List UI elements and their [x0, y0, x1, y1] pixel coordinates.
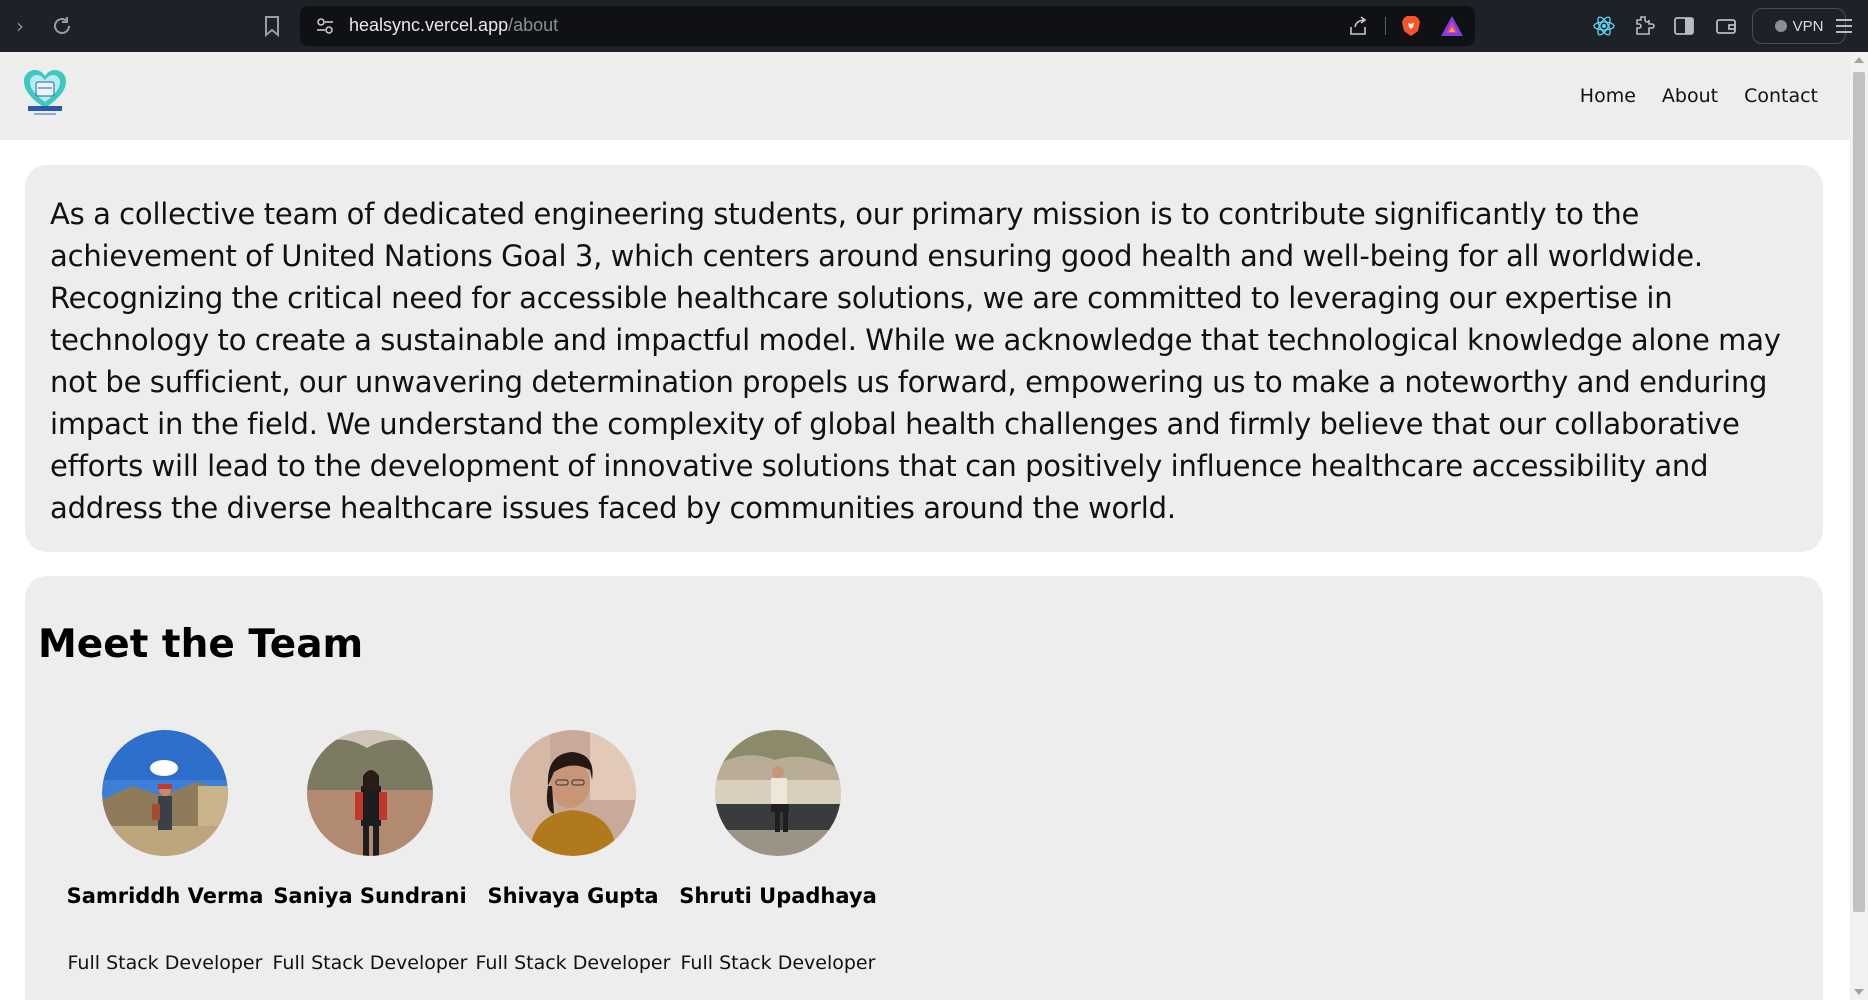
- brave-shields-icon[interactable]: [1399, 14, 1423, 38]
- member-role: Full Stack Developer: [680, 952, 876, 974]
- url-host: healsync.vercel.app: [349, 15, 509, 35]
- member-avatar: [102, 730, 228, 856]
- wallet-icon[interactable]: [1714, 14, 1738, 38]
- address-bar[interactable]: healsync.vercel.app/about: [300, 6, 1475, 46]
- menu-icon[interactable]: [1832, 14, 1856, 38]
- team-heading: Meet the Team: [38, 622, 364, 667]
- team-member-card: Shruti Upadhaya Full Stack Developer: [676, 730, 880, 974]
- reload-icon[interactable]: [50, 14, 74, 38]
- forward-icon[interactable]: ›: [8, 14, 32, 38]
- bookmark-icon[interactable]: [260, 14, 284, 38]
- site-nav: Home About Contact: [1580, 85, 1818, 107]
- url-text[interactable]: healsync.vercel.app/about: [349, 15, 558, 36]
- nav-contact-link[interactable]: Contact: [1744, 85, 1818, 107]
- member-name: Shruti Upadhaya: [679, 884, 877, 908]
- mission-text: As a collective team of dedicated engine…: [50, 197, 1781, 525]
- member-role: Full Stack Developer: [272, 952, 468, 974]
- team-member-card: Saniya Sundrani Full Stack Developer: [268, 730, 472, 974]
- url-path: /about: [508, 15, 559, 35]
- team-section: Meet the Team Samriddh Verma Full Stack …: [25, 576, 1823, 1000]
- member-role: Full Stack Developer: [475, 952, 671, 974]
- nav-about-link[interactable]: About: [1662, 85, 1718, 107]
- member-avatar: [307, 730, 433, 856]
- scroll-down-arrow[interactable]: [1854, 989, 1864, 995]
- site-header: Home About Contact: [0, 52, 1850, 140]
- extensions-icon[interactable]: [1632, 14, 1656, 38]
- vpn-label: VPN: [1792, 17, 1824, 35]
- healsync-logo[interactable]: [22, 68, 68, 120]
- member-role: Full Stack Developer: [67, 952, 263, 974]
- member-avatar: [715, 730, 841, 856]
- vpn-status-icon: [1774, 20, 1787, 32]
- member-name: Shivaya Gupta: [487, 884, 659, 908]
- sidebar-icon[interactable]: [1672, 14, 1696, 38]
- nav-home-link[interactable]: Home: [1580, 85, 1636, 107]
- page-scrollbar[interactable]: [1850, 52, 1868, 1000]
- member-name: Samriddh Verma: [66, 884, 264, 908]
- react-devtools-icon[interactable]: [1592, 14, 1616, 38]
- member-name: Saniya Sundrani: [273, 884, 467, 908]
- divider: [1385, 17, 1386, 35]
- team-member-card: Shivaya Gupta Full Stack Developer: [471, 730, 675, 974]
- member-avatar: [510, 730, 636, 856]
- browser-toolbar: › healsync.vercel.app/about VPN: [0, 0, 1868, 52]
- scrollbar-thumb[interactable]: [1853, 72, 1865, 912]
- team-member-card: Samriddh Verma Full Stack Developer: [63, 730, 267, 974]
- mission-card: As a collective team of dedicated engine…: [25, 165, 1823, 552]
- site-settings-icon[interactable]: [314, 15, 336, 37]
- share-icon[interactable]: [1347, 15, 1369, 37]
- scroll-up-arrow[interactable]: [1854, 57, 1864, 63]
- brave-rewards-icon[interactable]: [1440, 15, 1464, 37]
- page-viewport: Home About Contact As a collective team …: [0, 52, 1868, 1000]
